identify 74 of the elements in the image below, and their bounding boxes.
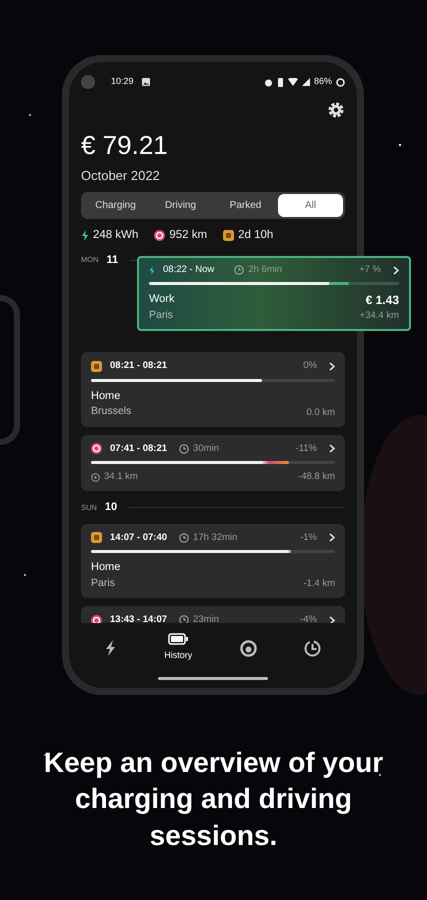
battery-change: -11%: [296, 442, 317, 456]
steering-wheel-icon: [91, 443, 102, 454]
nav-tab[interactable]: [240, 640, 257, 656]
distance-change: +34.4 km: [360, 309, 399, 324]
city-name: Brussels: [91, 404, 132, 419]
session-duration: 30min: [193, 442, 219, 456]
active-session-card[interactable]: 08:22 - Now 2h 6min +7 % Work Paris € 1.43 +34.4 km: [137, 256, 411, 331]
session-card[interactable]: 13:43 - 14:07 23min -4%: [81, 606, 345, 623]
stat-value: 952 km: [169, 228, 208, 242]
distance-change: -1.4 km: [303, 577, 335, 591]
battery-change: 0%: [303, 359, 317, 374]
bolt-icon: [104, 640, 117, 656]
bolt-icon: [81, 230, 89, 241]
camera-icon: [81, 75, 95, 89]
parking-icon: [91, 532, 102, 544]
clock-icon: [179, 532, 190, 543]
parking-icon: [223, 230, 234, 241]
chevron-right-icon: [329, 616, 335, 623]
distance-change: 0.0 km: [306, 406, 335, 420]
image-icon: [142, 78, 150, 86]
steering-wheel-icon: [154, 230, 166, 241]
stat-value: 248 kWh: [93, 228, 138, 242]
chevron-right-icon: [329, 533, 335, 542]
session-time: 08:22 - Now: [163, 263, 214, 277]
signal-icon: [302, 78, 310, 86]
total-amount: € 79.21: [81, 132, 169, 158]
period-label: October 2022: [81, 167, 161, 185]
filter-tab[interactable]: Parked: [213, 194, 278, 216]
parking-icon: [91, 360, 102, 372]
nav-tab[interactable]: History: [164, 633, 192, 663]
caption: Keep an overview of your charging and driving sessions.: [42, 746, 384, 853]
clock-icon: [234, 265, 244, 276]
session-time: 13:43 - 14:07: [110, 613, 168, 623]
bolt-icon: [149, 264, 155, 276]
battery-change: +7 %: [359, 263, 381, 277]
battery-level: 86%: [314, 75, 332, 88]
session-cost: € 1.43: [364, 292, 399, 310]
clock-icon: [179, 444, 190, 454]
place-name: Home: [91, 388, 122, 404]
stat-value: 2d 10h: [238, 228, 274, 242]
steering-wheel-icon: [240, 640, 257, 656]
day-number: 10: [104, 500, 118, 516]
filter-tab[interactable]: All: [278, 194, 343, 216]
chevron-right-icon: [329, 362, 335, 371]
city-name: Paris: [91, 576, 116, 590]
place-name: Home: [91, 560, 120, 575]
chevron-right-icon: [393, 266, 399, 275]
trip-distance: 34.1 km: [104, 470, 138, 484]
session-time: 14:07 - 07:40: [110, 530, 168, 545]
battery-change: -1%: [300, 530, 317, 545]
day-number: 11: [106, 252, 118, 268]
session-card[interactable]: 14:07 - 07:40 17h 32min -1% Home Paris -1.4 km: [81, 524, 345, 598]
distance-change: -48.8 km: [298, 470, 335, 484]
settings-icon: [327, 100, 345, 119]
session-time: 08:21 - 08:21: [110, 359, 168, 374]
city-name: Paris: [149, 308, 174, 323]
clock-icon: [304, 640, 322, 656]
session-card[interactable]: 08:21 - 08:21 0% Home Brussels 0.0 km: [81, 352, 345, 427]
steering-wheel-icon: [91, 472, 100, 482]
session-duration: 2h 6min: [248, 263, 282, 277]
session-duration: 17h 32min: [193, 530, 238, 545]
wifi-icon: [288, 78, 298, 86]
nav-tab[interactable]: [304, 640, 322, 656]
status-time: 10:29: [111, 75, 134, 88]
battery-change: -4%: [300, 613, 317, 623]
clock-icon: [179, 615, 190, 623]
nav-tab[interactable]: [104, 640, 117, 656]
session-duration: 23min: [193, 613, 219, 623]
place-name: Work: [149, 292, 174, 308]
session-card[interactable]: 07:41 - 08:21 30min -11% 34.1 km -48.8 km: [81, 434, 345, 492]
session-time: 07:41 - 08:21: [110, 442, 168, 456]
filter-tab[interactable]: Driving: [148, 194, 213, 216]
filter-tab[interactable]: Charging: [83, 194, 148, 216]
chevron-right-icon: [329, 444, 335, 454]
